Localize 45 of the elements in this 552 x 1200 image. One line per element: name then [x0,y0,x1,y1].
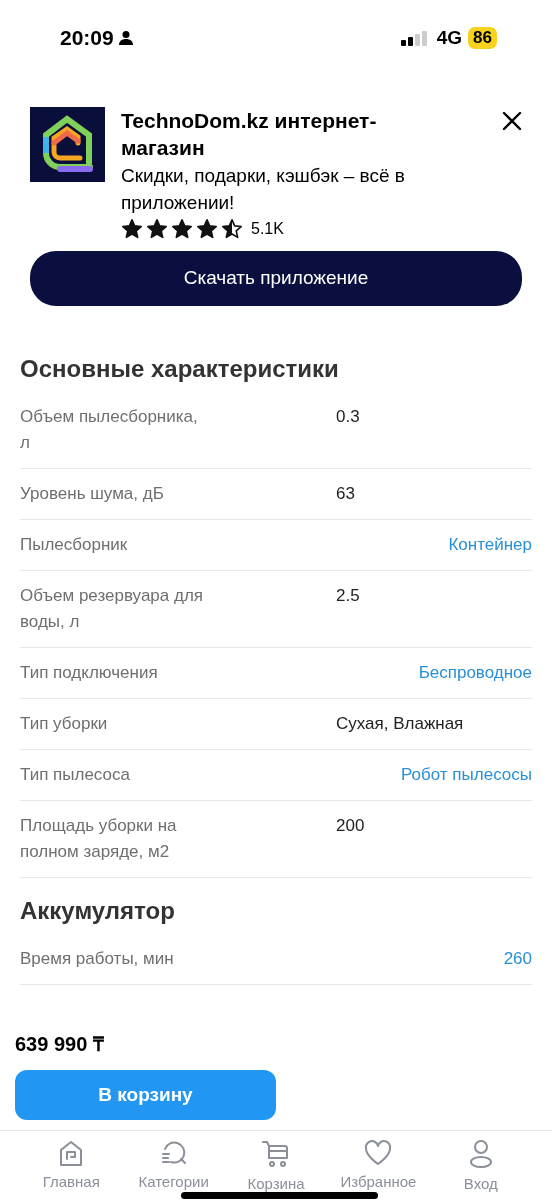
nav-tab[interactable]: Главная [20,1139,123,1200]
nav-tab[interactable]: Корзина [224,1139,328,1200]
spec-label: Уровень шума, дБ [20,483,164,505]
star-icon [171,218,193,240]
cart-icon [261,1139,291,1169]
spec-label: Объем пылесборника, л [20,406,199,454]
spec-value: Сухая, Влажная [336,714,464,733]
star-icon [121,218,143,240]
spec-label: Тип уборки [20,713,108,735]
section-title: Аккумулятор [20,896,176,926]
download-app-button[interactable]: Скачать приложение [30,251,522,306]
spec-label: Время работы, мин [20,948,174,970]
spec-value-link[interactable]: Беспроводное [418,663,532,682]
nav-tab[interactable]: Вход [429,1139,533,1200]
spec-value-link[interactable]: 260 [503,949,532,968]
spec-label: Тип подключения [20,662,158,684]
spec-label: Объем резервуара для воды, л [20,585,205,633]
star-icon [196,218,218,240]
nav-tab[interactable]: Избранное [327,1139,430,1200]
spec-value: 0.3 [336,407,360,426]
status-time: 20:09 [60,25,114,52]
signal-icon [400,30,429,46]
spec-label: Пылесборник [20,534,128,556]
add-to-cart-button[interactable]: В корзину [15,1070,276,1120]
spec-value: 200 [336,816,365,835]
app-subtitle: Скидки, подарки, кэшбэк – всё в приложении! [121,164,406,215]
spec-value-link[interactable]: Робот пылесосы [400,765,532,784]
spec-label: Тип пылесоса [20,764,130,786]
nav-tab[interactable]: Категории [122,1139,225,1200]
close-icon[interactable] [502,111,522,131]
spec-value: 63 [336,484,355,503]
network-label: 4G [436,25,463,50]
user-icon [467,1139,494,1169]
battery-icon: 86 [468,27,497,49]
heart-icon [363,1139,394,1167]
price: 639 990 ₸ [15,1032,105,1057]
rating-count: 5.1K [251,219,284,239]
section-title: Основные характеристики [20,354,340,384]
spec-value: 2.5 [336,586,360,605]
spec-label: Площадь уборки на полном заряде, м2 [20,815,178,863]
spec-value-link[interactable]: Контейнер [448,535,532,554]
person-icon [117,30,134,46]
star-icon [146,218,168,240]
star-icon [221,218,243,240]
app-title: TechnoDom.kz интернет-магазин [121,108,378,161]
